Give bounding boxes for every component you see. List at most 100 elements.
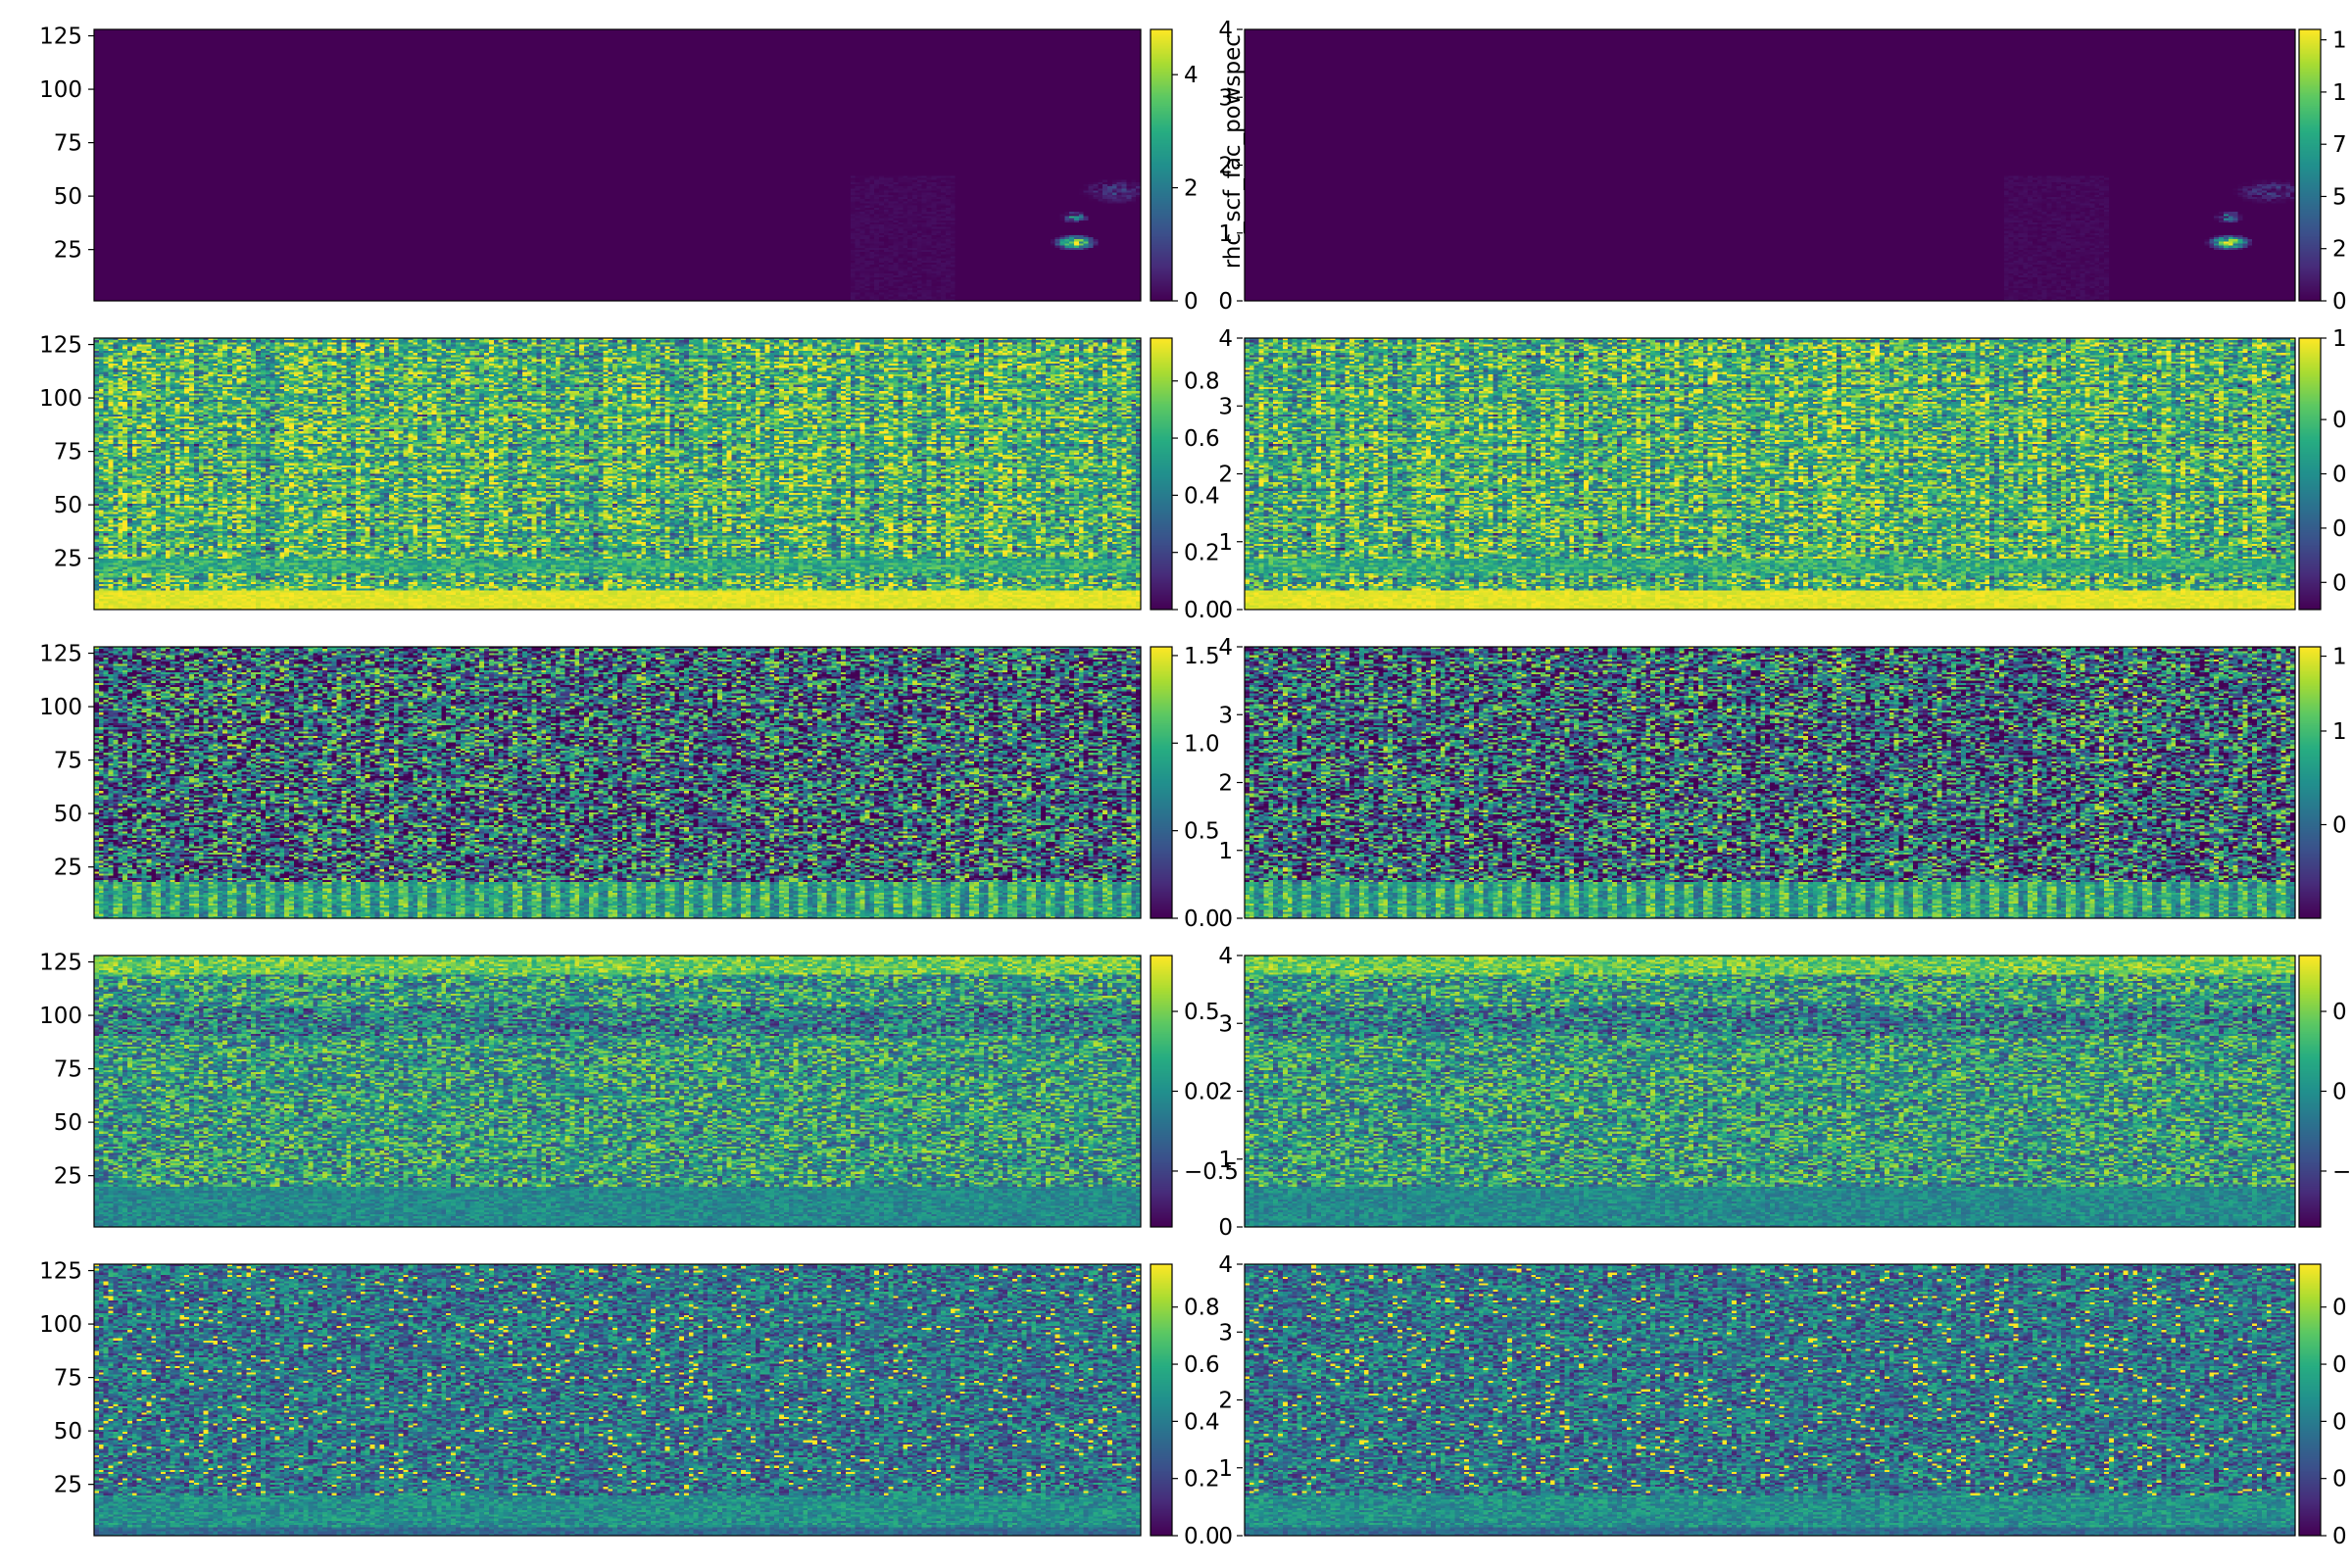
colorbar-tick-label: 0 [2332, 1000, 2347, 1025]
colorbar-tick-label: 1.0 [1184, 731, 1220, 757]
colorbar-3 [1151, 338, 1172, 610]
figure: 25507510012502401234rhc_scf_fac_powspec0… [39, 18, 2351, 1549]
y-tick-label: 100 [39, 386, 82, 412]
overlay-tick-label: 2 [1218, 463, 1233, 488]
heatmap-image-4 [1245, 338, 2295, 610]
overlay-tick-label: 0 [1218, 1215, 1233, 1241]
colorbar-tick-label: 5 [2332, 184, 2347, 210]
colorbar-5 [1151, 647, 1172, 918]
overlay-tick-label: 1 [1218, 1148, 1233, 1173]
colorbar-tick-label: 1 [2332, 645, 2347, 670]
heatmap-image-9 [94, 1264, 1141, 1536]
colorbar-4 [2299, 338, 2321, 610]
overlay-tick-label: 4 [1218, 944, 1233, 969]
y-tick-label: 75 [54, 749, 82, 774]
colorbar-tick-label: 2 [2332, 237, 2347, 263]
heatmap-image-2 [1245, 29, 2295, 301]
colorbar-tick-label: 0.0 [1184, 906, 1220, 932]
y-tick-label: 50 [54, 802, 82, 827]
colorbar-tick-label: 2 [1184, 176, 1199, 202]
colorbar-tick-label: 0.6 [1184, 1352, 1220, 1378]
y-tick-label: 75 [54, 1366, 82, 1392]
y-tick-label: 75 [54, 1057, 82, 1083]
overlay-tick-label: 0 [1218, 906, 1233, 932]
overlay-tick-label: 1 [1218, 1456, 1233, 1482]
colorbar-tick-label: 0 [2332, 1467, 2347, 1493]
colorbar-tick-label: 1 [2332, 28, 2347, 54]
colorbar-tick-label: 1 [2332, 80, 2347, 106]
overlay-tick-label: 4 [1218, 635, 1233, 661]
y-tick-label: 25 [54, 1164, 82, 1190]
y-tick-label: 50 [54, 493, 82, 518]
y-tick-label: 100 [39, 1312, 82, 1338]
colorbar-tick-label: 0.5 [1184, 1000, 1220, 1025]
y-tick-label: 50 [54, 1110, 82, 1136]
colorbar-tick-label: 7 [2332, 132, 2347, 158]
y-tick-label: 125 [39, 642, 82, 667]
colorbar-tick-label: 4 [1184, 63, 1199, 88]
overlay-tick-label: 3 [1218, 1011, 1233, 1037]
colorbar-tick-label: 0 [2332, 1296, 2347, 1321]
y-tick-label: 25 [54, 238, 82, 264]
y-tick-label: 125 [39, 1259, 82, 1285]
colorbar-tick-label: − [2332, 1159, 2351, 1185]
y-tick-label: 100 [39, 695, 82, 720]
y-tick-label: 75 [54, 440, 82, 466]
overlay-tick-label: 2 [1218, 1389, 1233, 1414]
overlay-tick-label: 3 [1218, 1320, 1233, 1346]
y-tick-label: 50 [54, 1419, 82, 1445]
y-tick-label: 25 [54, 547, 82, 572]
colorbar-10 [2299, 1264, 2321, 1536]
overlay-tick-label: 1 [1218, 839, 1233, 864]
colorbar-tick-label: 1.5 [1184, 644, 1220, 669]
colorbar-tick-label: 0.4 [1184, 1409, 1220, 1435]
overlay-tick-label: 2 [1218, 771, 1233, 797]
y-tick-label: 100 [39, 77, 82, 103]
overlay-tick-label: 4 [1218, 1252, 1233, 1278]
colorbar-tick-label: 0.0 [1184, 598, 1220, 623]
colorbar-1 [1151, 29, 1172, 301]
colorbar-tick-label: 0 [2332, 570, 2347, 596]
overlay-axis-label: rhc_scf_fac_powspec [1220, 34, 1246, 269]
colorbar-tick-label: 0.8 [1184, 1296, 1220, 1321]
heatmap-image-5 [94, 647, 1141, 918]
colorbar-tick-label: 0 [2332, 289, 2347, 315]
colorbar-tick-label: 0 [2332, 516, 2347, 542]
overlay-tick-label: 3 [1218, 703, 1233, 728]
y-tick-label: 125 [39, 333, 82, 359]
y-tick-label: 125 [39, 951, 82, 976]
colorbar-6 [2299, 647, 2321, 918]
colorbar-tick-label: 0.2 [1184, 541, 1220, 566]
overlay-tick-label: 2 [1218, 1080, 1233, 1105]
overlay-tick-label: 1 [1218, 530, 1233, 556]
colorbar-tick-label: 0 [2332, 408, 2347, 433]
colorbar-tick-label: 0 [2332, 1352, 2347, 1378]
heatmap-image-8 [1245, 956, 2295, 1227]
y-tick-label: 125 [39, 24, 82, 50]
overlay-tick-label: 0 [1218, 1524, 1233, 1549]
y-tick-label: 25 [54, 856, 82, 881]
colorbar-tick-label: 0.0 [1184, 1524, 1220, 1549]
heatmap-image-7 [94, 956, 1141, 1227]
heatmap-image-1 [94, 29, 1141, 301]
overlay-tick-label: 4 [1218, 326, 1233, 352]
colorbar-8 [2299, 956, 2321, 1227]
heatmap-image-3 [94, 338, 1141, 610]
y-tick-label: 25 [54, 1473, 82, 1498]
colorbar-tick-label: 0.8 [1184, 369, 1220, 395]
heatmap-image-10 [1245, 1264, 2295, 1536]
colorbar-tick-label: 0.5 [1184, 819, 1220, 845]
colorbar-tick-label: 0.0 [1184, 1080, 1220, 1105]
colorbar-9 [1151, 1264, 1172, 1536]
colorbar-tick-label: 0.2 [1184, 1467, 1220, 1493]
heatmap-image-6 [1245, 647, 2295, 918]
colorbar-2 [2299, 29, 2321, 301]
colorbar-tick-label: 1 [2332, 719, 2347, 745]
colorbar-tick-label: 1 [2332, 326, 2347, 352]
overlay-tick-label: 0 [1218, 598, 1233, 623]
colorbar-tick-label: 0 [1184, 289, 1199, 315]
colorbar-tick-label: 0 [2332, 1409, 2347, 1435]
colorbar-tick-label: 0 [2332, 463, 2347, 488]
colorbar-tick-label: 0 [2332, 812, 2347, 838]
y-tick-label: 50 [54, 184, 82, 210]
